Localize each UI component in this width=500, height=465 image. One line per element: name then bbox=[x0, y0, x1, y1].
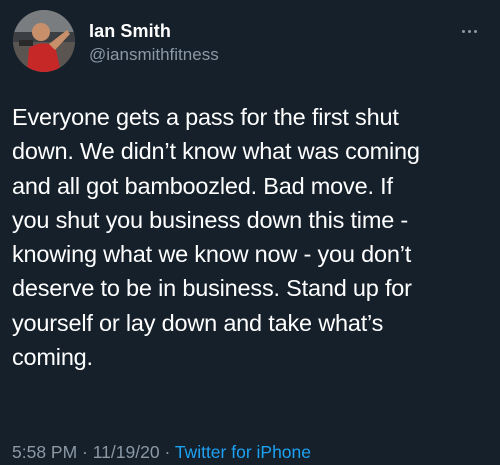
avatar[interactable] bbox=[13, 10, 75, 72]
tweet-text-line: deserve to be in business. Stand up for bbox=[12, 275, 412, 302]
tweet-date[interactable]: 11/19/20 bbox=[93, 442, 160, 462]
avatar-photo bbox=[13, 10, 75, 72]
more-dot bbox=[473, 29, 477, 33]
meta-separator: · bbox=[159, 442, 175, 462]
more-icon[interactable] bbox=[452, 24, 486, 38]
tweet-text-line: knowing what we know now - you don’t bbox=[12, 241, 412, 268]
tweet-text: Everyone gets a pass for the first shut … bbox=[12, 100, 492, 374]
tweet: Ian Smith @iansmithfitness Everyone gets… bbox=[0, 0, 500, 465]
tweet-text-line: coming. bbox=[12, 344, 93, 371]
tweet-source-link[interactable]: Twitter for iPhone bbox=[175, 442, 311, 462]
tweet-meta: 5:58 PM · 11/19/20 · Twitter for iPhone bbox=[12, 442, 311, 463]
more-dot bbox=[461, 29, 465, 33]
meta-separator: · bbox=[77, 442, 93, 462]
tweet-text-line: yourself or lay down and take what’s bbox=[12, 309, 384, 336]
user-handle[interactable]: @iansmithfitness bbox=[89, 45, 219, 65]
tweet-text-line: and all got bamboozled. Bad move. If bbox=[12, 172, 393, 199]
tweet-text-line: Everyone gets a pass for the first shut bbox=[12, 104, 399, 130]
tweet-text-line: down. We didn’t know what was coming bbox=[12, 138, 420, 165]
tweet-time[interactable]: 5:58 PM bbox=[12, 442, 77, 462]
tweet-text-line: you shut you business down this time - bbox=[12, 206, 409, 233]
display-name[interactable]: Ian Smith bbox=[89, 21, 171, 42]
more-dot bbox=[467, 29, 471, 33]
